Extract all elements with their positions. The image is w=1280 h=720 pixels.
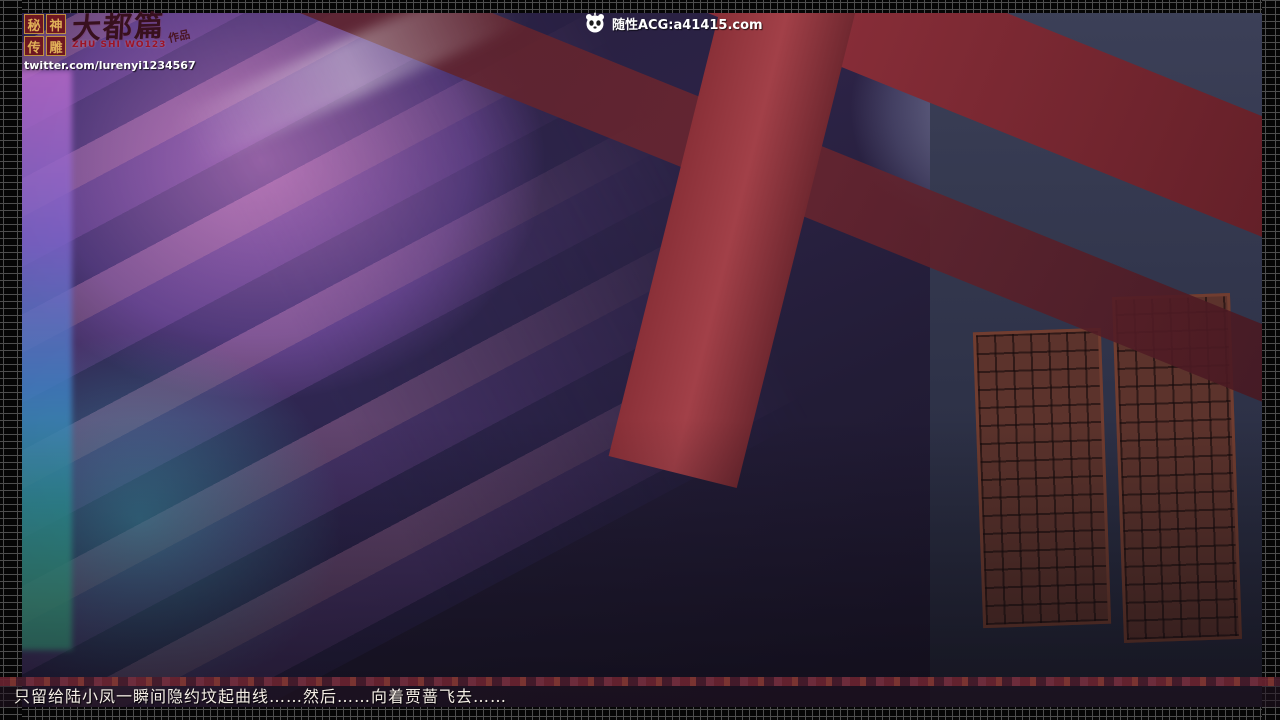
series-title-calligraphy: 大都篇 <box>71 10 167 43</box>
bottom-vignette <box>0 0 1280 720</box>
title-suffix: 作品 <box>167 26 192 46</box>
twitter-handle-watermark: twitter.com/lurenyi1234567 <box>24 59 196 72</box>
artwork-scene-placeholder <box>0 0 1280 720</box>
seal-character: 雕 <box>46 36 66 56</box>
seal-character: 秘 <box>24 14 44 34</box>
caption-text: 只留给陆小凤一瞬间隐约坟起曲线……然后……向着贾蔷飞去…… <box>0 686 1280 707</box>
comic-page: 秘 神 传 雕 大都篇 作品 ZHU SHI WO123 twitter.com… <box>0 0 1280 720</box>
seal-character: 神 <box>46 14 66 34</box>
logo-row: 秘 神 传 雕 大都篇 作品 ZHU SHI WO123 <box>24 12 196 56</box>
seal-character: 传 <box>24 36 44 56</box>
caption-bar: 只留给陆小凤一瞬间隐约坟起曲线……然后……向着贾蔷飞去…… <box>0 677 1280 707</box>
frame-border-bottom <box>0 707 1280 720</box>
caption-decorative-strip <box>0 677 1280 686</box>
artist-logo: 秘 神 传 雕 大都篇 作品 ZHU SHI WO123 twitter.com… <box>24 12 196 72</box>
site-watermark: 随性ACG:a41415.com <box>584 12 763 34</box>
artist-seal: 秘 神 传 雕 <box>24 14 66 56</box>
panda-icon <box>584 12 606 34</box>
frame-border-right <box>1262 0 1280 720</box>
title-block: 大都篇 作品 ZHU SHI WO123 <box>72 12 166 50</box>
site-watermark-text: 随性ACG:a41415.com <box>612 14 763 33</box>
frame-border-left <box>0 0 22 720</box>
